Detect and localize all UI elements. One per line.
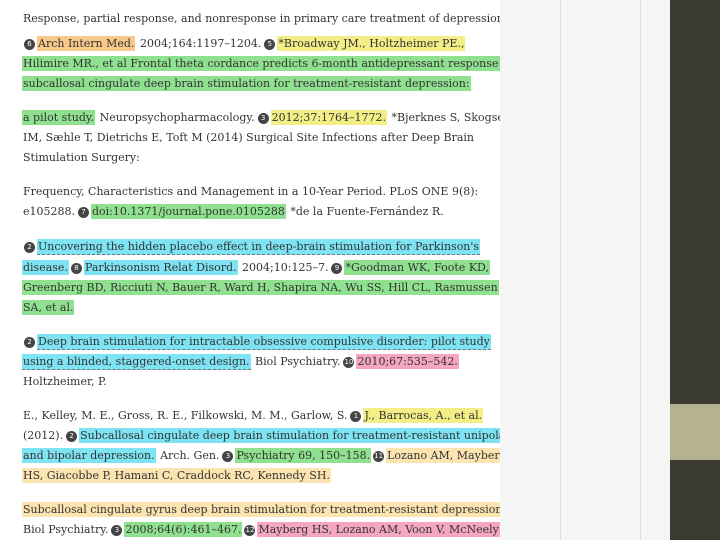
highlighted-citation-text: using a blinded, staggered-onset design.: [22, 354, 251, 370]
highlighted-citation-text: doi:10.1371/journal.pone.0105288: [91, 204, 286, 219]
highlighted-citation-text: Hilimire MR., et al Frontal theta cordan…: [22, 56, 500, 71]
annotation-number-badge: 6: [24, 39, 35, 50]
reference-document: Response, partial response, and nonrespo…: [0, 0, 500, 540]
highlighted-citation-text: Mayberg HS, Lozano AM, Voon V, McNeely: [257, 522, 500, 537]
annotation-number-badge: 3: [111, 525, 123, 536]
highlighted-citation-text: J., Barrocas, A., et al.: [363, 408, 484, 423]
annotation-number-badge: 8: [70, 263, 82, 274]
reference-line: HS, Giacobbe P, Hamani C, Craddock RC, K…: [22, 468, 331, 483]
reference-line: subcallosal cingulate deep brain stimula…: [22, 76, 471, 91]
citation-text: Biol Psychiatry.: [23, 523, 109, 536]
reference-line: Hilimire MR., et al Frontal theta cordan…: [22, 56, 500, 71]
annotation-number-badge: 2: [24, 242, 35, 253]
highlighted-citation-text: Greenberg BD, Ricciuti N, Bauer R, Ward …: [22, 280, 499, 295]
citation-text: IM, Sæhle T, Dietrichs E, Toft M (2014) …: [23, 131, 474, 144]
citation-text: Frequency, Characteristics and Managemen…: [23, 185, 479, 198]
highlighted-citation-text: a pilot study.: [22, 110, 96, 125]
highlighted-citation-text: 2008;64(6):461–467.: [124, 522, 243, 537]
highlighted-citation-text: SA, et al.: [22, 300, 75, 315]
reference-line: 2 Uncovering the hidden placebo effect in…: [22, 239, 481, 255]
citation-text: Biol Psychiatry.: [251, 355, 341, 368]
citation-text: Arch. Gen.: [156, 449, 220, 462]
citation-text: Holtzheimer, P.: [23, 375, 107, 388]
reference-line: IM, Sæhle T, Dietrichs E, Toft M (2014) …: [22, 131, 475, 145]
highlighted-citation-text: 2010;67:535–542.: [356, 354, 459, 369]
highlighted-citation-text: Psychiatry 69, 150–158.: [235, 448, 372, 463]
highlighted-citation-text: *Goodman WK, Foote KD,: [344, 260, 490, 275]
reference-line: Holtzheimer, P.: [22, 375, 108, 389]
citation-text: *de la Fuente-Fernández R.: [286, 205, 444, 218]
highlighted-citation-text: Parkinsonism Relat Disord.: [83, 260, 238, 275]
reference-line: using a blinded, staggered-onset design.…: [22, 354, 459, 370]
highlighted-citation-text: Subcallosal cingulate deep brain stimula…: [79, 428, 500, 443]
highlighted-citation-text: disease.: [22, 260, 69, 275]
highlighted-citation-text: 2012;37:1764–1772.: [270, 110, 388, 125]
annotation-number-badge: 2: [66, 431, 78, 442]
citation-text: Stimulation Surgery:: [23, 151, 140, 164]
highlighted-citation-text: Lozano AM, Mayberg: [386, 448, 500, 463]
reference-line: 2 Deep brain stimulation for intractable …: [22, 334, 491, 350]
annotation-number-badge: 5: [264, 39, 276, 50]
reference-line: (2012). 2 Subcallosal cingulate deep brain…: [22, 428, 500, 443]
reference-line: e105288. 7 doi:10.1371/journal.pone.010528…: [22, 204, 445, 219]
reference-line: Response, partial response, and nonrespo…: [22, 12, 500, 26]
annotation-number-badge: 3: [222, 451, 234, 462]
reference-line: Biol Psychiatry. 3 2008;64(6):461–467. 12 Ma…: [22, 522, 500, 537]
highlighted-citation-text: subcallosal cingulate deep brain stimula…: [22, 76, 471, 91]
reference-line: E., Kelley, M. E., Gross, R. E., Filkows…: [22, 408, 484, 423]
citation-text: e105288.: [23, 205, 75, 218]
citation-text: (2012).: [23, 429, 64, 442]
citation-text: 2004;10:125–7.: [238, 261, 329, 274]
reference-line: disease. 8 Parkinsonism Relat Disord. 2004…: [22, 260, 490, 275]
reference-line: Stimulation Surgery:: [22, 151, 141, 165]
highlighted-citation-text: Uncovering the hidden placebo effect in …: [37, 239, 481, 255]
citation-text: Response, partial response, and nonrespo…: [23, 12, 500, 25]
highlighted-citation-text: Arch Intern Med.: [37, 36, 136, 51]
annotation-number-badge: 10: [343, 357, 355, 368]
reference-line: Subcallosal cingulate gyrus deep brain s…: [22, 502, 500, 517]
annotation-number-badge: 7: [78, 207, 89, 218]
reference-line: 6 Arch Intern Med. 2004;164:1197–1204. 5 *B…: [22, 36, 466, 51]
annotation-number-badge: 12: [244, 525, 256, 536]
reference-line: SA, et al.: [22, 300, 75, 315]
highlighted-citation-text: and bipolar depression.: [22, 448, 156, 463]
highlighted-citation-text: Subcallosal cingulate gyrus deep brain s…: [22, 502, 500, 517]
citation-text: E., Kelley, M. E., Gross, R. E., Filkows…: [23, 409, 348, 422]
reference-line: Greenberg BD, Ricciuti N, Bauer R, Ward …: [22, 280, 499, 295]
highlighted-citation-text: Deep brain stimulation for intractable o…: [37, 334, 491, 350]
reference-line: and bipolar depression. Arch. Gen. 3 Psych…: [22, 448, 500, 463]
annotation-number-badge: 9: [331, 263, 343, 274]
panel-divider: [560, 0, 561, 540]
annotation-number-badge: 1: [350, 411, 362, 422]
reference-line: a pilot study. Neuropsychopharmacology. 3…: [22, 110, 500, 125]
highlighted-citation-text: HS, Giacobbe P, Hamani C, Craddock RC, K…: [22, 468, 331, 483]
highlighted-citation-text: *Broadway JM., Holtzheimer PE.,: [277, 36, 466, 51]
side-panel: [500, 0, 670, 540]
citation-text: 2004;164:1197–1204.: [136, 37, 262, 50]
reference-line: Frequency, Characteristics and Managemen…: [22, 185, 479, 199]
annotation-number-badge: 11: [373, 451, 385, 462]
side-bar-accent: [670, 404, 720, 460]
panel-divider: [640, 0, 641, 540]
annotation-number-badge: 2: [24, 337, 35, 348]
citation-text: *Bjerknes S, Skogseid: [391, 111, 500, 124]
annotation-number-badge: 3: [257, 113, 269, 124]
citation-text: Neuropsychopharmacology.: [96, 111, 255, 124]
